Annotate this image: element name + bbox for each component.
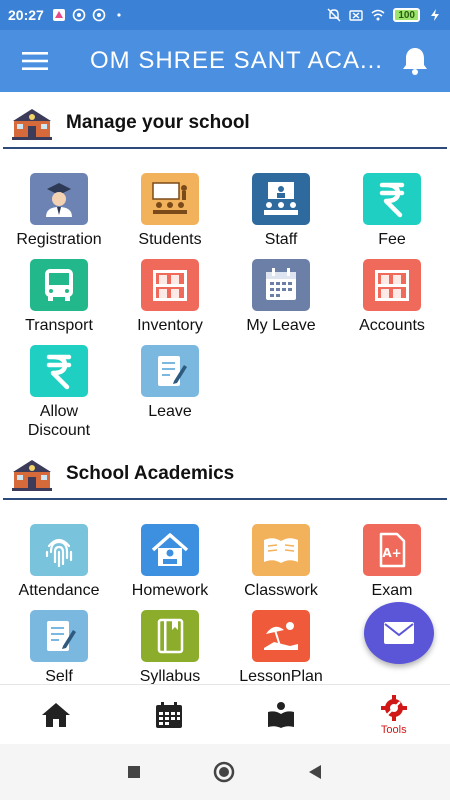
tile-label: Leave (148, 403, 192, 420)
mail-icon (384, 622, 414, 644)
tile-label: Inventory (137, 317, 203, 334)
tile-homework[interactable]: Homework (114, 524, 226, 600)
beach-icon (252, 610, 310, 662)
tile-students[interactable]: Students (114, 173, 226, 249)
notifications-button[interactable] (380, 30, 450, 92)
section-divider (3, 147, 447, 149)
tile-syllabus[interactable]: Syllabus (114, 610, 226, 686)
battery-indicator: 100 (393, 8, 420, 22)
tile-accounts[interactable]: Accounts (336, 259, 448, 335)
tile-self[interactable]: Self (3, 610, 115, 686)
home-study-icon (141, 524, 199, 576)
fingerprint-icon (30, 524, 88, 576)
graduate-icon (30, 173, 88, 225)
home-circle-icon[interactable] (212, 760, 236, 784)
tile-transport[interactable]: Transport (3, 259, 115, 335)
section-divider (3, 498, 447, 500)
system-nav-bar (0, 744, 450, 800)
tile-allow-discount[interactable]: Allow Discount (3, 345, 115, 440)
open-book-icon (252, 524, 310, 576)
bottom-nav: Tools (0, 684, 450, 744)
classroom-icon (141, 173, 199, 225)
back-icon[interactable] (306, 763, 324, 781)
mute-icon (327, 8, 341, 22)
mail-fab-button[interactable] (364, 602, 434, 664)
rupee-icon (363, 173, 421, 225)
menu-button[interactable] (0, 30, 70, 92)
status-time: 20:27 (8, 7, 44, 23)
tile-my-leave[interactable]: My Leave (225, 259, 337, 335)
dot-icon (117, 13, 121, 17)
section-header-academics: School Academics (0, 446, 450, 502)
tile-staff[interactable]: Staff (225, 173, 337, 249)
nav-books[interactable] (225, 685, 338, 744)
tile-label: My Leave (246, 317, 316, 334)
tile-label: Accounts (359, 317, 425, 334)
tile-label: Transport (25, 317, 93, 334)
tools-gear-icon (380, 694, 407, 721)
tile-label: Classwork (244, 582, 318, 599)
school-building-icon (12, 460, 52, 491)
hamburger-icon (22, 52, 48, 70)
tile-label: Staff (264, 231, 298, 248)
nav-calendar[interactable] (113, 685, 226, 744)
bus-icon (30, 259, 88, 311)
book-open-icon (268, 701, 295, 728)
app-title: OM SHREE SANT ACA... (90, 47, 380, 74)
calendar-icon (155, 701, 182, 728)
tile-lesson-plan[interactable]: LessonPlan (225, 610, 337, 686)
tile-fee[interactable]: Fee (336, 173, 448, 249)
calendar-icon (252, 259, 310, 311)
tile-classwork[interactable]: Classwork (225, 524, 337, 600)
edit-doc-icon (141, 345, 199, 397)
tile-label: Attendance (18, 582, 100, 599)
tile-label: Allow Discount (27, 403, 91, 439)
tile-exam[interactable]: A+ Exam (336, 524, 448, 600)
section-title: School Academics (66, 463, 235, 484)
tile-label: Fee (378, 231, 406, 248)
tile-attendance[interactable]: Attendance (3, 524, 115, 600)
home-icon (42, 702, 71, 727)
shelf-icon (141, 259, 199, 311)
grade-doc-icon: A+ (363, 524, 421, 576)
tile-label: Exam (371, 582, 413, 599)
school-building-icon (12, 109, 52, 140)
app-bar: OM SHREE SANT ACA... (0, 30, 450, 92)
rupee-icon (30, 345, 88, 397)
sync-icon (72, 8, 86, 22)
no-sim-icon (349, 10, 364, 21)
charging-icon (431, 9, 439, 21)
svg-text:A+: A+ (382, 546, 401, 560)
app-notification-icon (52, 9, 65, 21)
tile-label: Registration (16, 231, 102, 248)
book-icon (141, 610, 199, 662)
tile-inventory[interactable]: Inventory (114, 259, 226, 335)
edit-doc-icon (30, 610, 88, 662)
section-title: Manage your school (66, 112, 250, 133)
status-bar: 20:27 100 (0, 0, 450, 30)
wifi-icon (371, 9, 385, 21)
sync-icon (92, 8, 106, 22)
bell-icon (403, 48, 427, 75)
section-header-manage: Manage your school (0, 95, 450, 151)
shelf-icon (363, 259, 421, 311)
staff-board-icon (252, 173, 310, 225)
tile-registration[interactable]: Registration (3, 173, 115, 249)
tile-label: Students (138, 231, 202, 248)
nav-tools-label: Tools (380, 723, 407, 736)
tile-label: Homework (131, 582, 209, 599)
tile-leave[interactable]: Leave (114, 345, 226, 421)
recents-icon[interactable] (126, 764, 142, 780)
nav-tools[interactable]: Tools (338, 685, 450, 744)
nav-home[interactable] (0, 685, 113, 744)
